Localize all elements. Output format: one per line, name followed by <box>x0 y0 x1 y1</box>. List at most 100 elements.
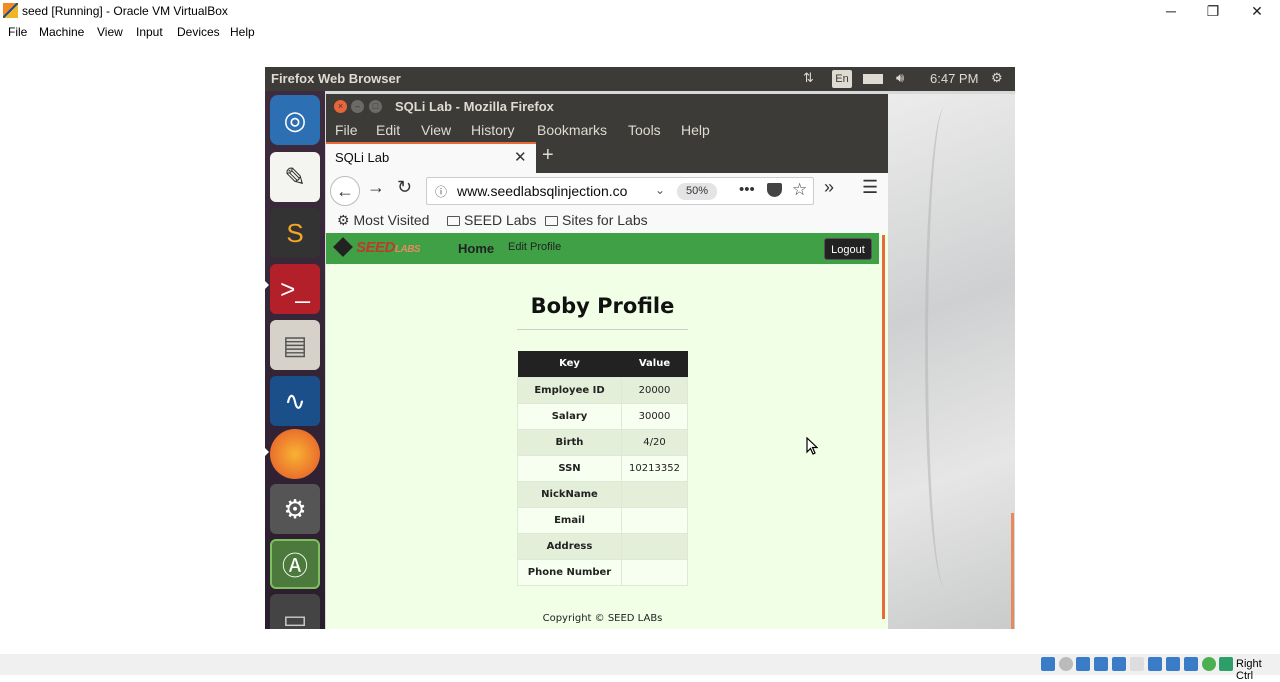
mouse-cursor-icon <box>806 436 819 460</box>
reload-icon[interactable]: ↻ <box>397 177 412 198</box>
ubuntu-launcher: ◎ ✎ S >_ ▤ ∿ ⚙ Ⓐ ▭ <box>265 91 325 629</box>
bookmark-seed-labs[interactable]: SEED Labs <box>447 212 536 228</box>
settings-icon[interactable]: ⚙ <box>270 484 320 534</box>
minimize-window-icon[interactable]: – <box>351 100 364 113</box>
url-text[interactable]: www.seedlabsqlinjection.co <box>457 183 647 199</box>
bookmark-sites-for-labs[interactable]: Sites for Labs <box>545 212 648 228</box>
volume-icon[interactable]: 🔊︎ <box>896 70 904 86</box>
logout-button[interactable]: Logout <box>824 238 872 260</box>
site-info-icon[interactable]: ⓘ <box>435 183 447 200</box>
cpu-icon[interactable] <box>1184 657 1198 671</box>
running-indicator <box>265 448 269 456</box>
nav-edit-profile-link[interactable]: Edit Profile <box>508 241 561 253</box>
menu-file[interactable]: File <box>8 25 27 39</box>
row-key: NickName <box>517 480 622 508</box>
guest-screen[interactable]: Firefox Web Browser ⇅ En 🔊︎ 6:47 PM ⚙ ◎ … <box>265 67 1015 629</box>
header-value: Value <box>621 351 688 377</box>
forward-arrow-icon[interactable]: → <box>367 177 385 198</box>
tab-strip: SQLi Lab ✕ + <box>326 142 888 173</box>
close-window-icon[interactable]: × <box>334 100 347 113</box>
folder-icon <box>447 216 460 226</box>
display-icon[interactable] <box>1148 657 1162 671</box>
software-updater-icon[interactable]: Ⓐ <box>270 539 320 589</box>
firefox-icon[interactable] <box>270 429 320 479</box>
row-value <box>621 506 688 534</box>
firefox-window-title: SQLi Lab - Mozilla Firefox <box>395 99 554 114</box>
ff-menu-tools[interactable]: Tools <box>628 122 661 138</box>
bookmark-star-icon[interactable]: ☆ <box>792 180 807 200</box>
maximize-window-icon[interactable]: □ <box>369 100 382 113</box>
sublime-text-icon[interactable]: S <box>270 208 320 258</box>
overflow-chevron-icon[interactable]: » <box>824 177 834 198</box>
shared-folders-icon[interactable] <box>1130 657 1144 671</box>
firefox-window[interactable]: × – □ SQLi Lab - Mozilla Firefox File Ed… <box>326 94 888 629</box>
clock[interactable]: 6:47 PM <box>930 71 978 86</box>
menu-input[interactable]: Input <box>136 25 163 39</box>
ubuntu-dash-icon[interactable]: ◎ <box>270 95 320 145</box>
virtualbox-titlebar: seed [Running] - Oracle VM VirtualBox ─ … <box>0 0 1280 22</box>
page-actions-dots-icon[interactable]: ••• <box>739 181 755 198</box>
ff-menu-history[interactable]: History <box>471 122 515 138</box>
title-divider <box>517 329 688 330</box>
seed-labs-logo[interactable]: SEEDLABS <box>333 237 421 257</box>
zoom-level-badge[interactable]: 50% <box>677 183 717 200</box>
site-navbar: SEEDLABS Home Edit Profile Logout <box>326 233 879 264</box>
url-bar[interactable]: ⓘ www.seedlabsqlinjection.co ⌄ 50% ••• ☆ <box>426 177 814 205</box>
url-dropdown-chevron-icon[interactable]: ⌄ <box>655 183 665 197</box>
audio-icon[interactable] <box>1076 657 1090 671</box>
scrollbar-thumb[interactable] <box>882 235 885 619</box>
files-icon[interactable]: ▤ <box>270 320 320 370</box>
hard-disk-icon[interactable] <box>1041 657 1055 671</box>
menu-help[interactable]: Help <box>230 25 255 39</box>
optical-drive-icon[interactable] <box>1059 657 1073 671</box>
ff-menu-view[interactable]: View <box>421 122 451 138</box>
tab-title: SQLi Lab <box>335 150 390 165</box>
page-scrollbar[interactable] <box>879 233 888 629</box>
virtualbox-app-icon <box>3 3 18 18</box>
terminal-icon[interactable]: >_ <box>270 264 320 314</box>
nav-home-link[interactable]: Home <box>458 241 494 256</box>
row-value: 20000 <box>621 376 688 404</box>
ff-menu-bookmarks[interactable]: Bookmarks <box>537 122 607 138</box>
row-value: 4/20 <box>621 428 688 456</box>
panel-app-title: Firefox Web Browser <box>271 71 401 86</box>
system-gear-icon[interactable]: ⚙ <box>991 70 1003 86</box>
network-icon[interactable]: ⇅ <box>803 70 814 86</box>
row-key: Employee ID <box>517 376 622 404</box>
ff-menu-edit[interactable]: Edit <box>376 122 400 138</box>
new-tab-button[interactable]: + <box>542 144 554 167</box>
ff-menu-help[interactable]: Help <box>681 122 710 138</box>
minimize-button[interactable]: ─ <box>1150 0 1192 22</box>
keyboard-capture-icon[interactable] <box>1219 657 1233 671</box>
table-row: Phone Number <box>517 558 688 586</box>
host-key-label: Right Ctrl <box>1236 658 1262 682</box>
ff-menu-file[interactable]: File <box>335 122 358 138</box>
bookmark-most-visited[interactable]: ⚙ Most Visited <box>337 212 429 229</box>
virtualbox-menubar: File Machine View Input Devices Help <box>0 22 1280 42</box>
tab-sqli-lab[interactable]: SQLi Lab ✕ <box>326 142 536 173</box>
restore-button[interactable]: ❐ <box>1192 0 1234 22</box>
close-button[interactable]: ✕ <box>1236 0 1278 22</box>
mouse-integration-icon[interactable] <box>1202 657 1216 671</box>
keyboard-layout-indicator[interactable]: En <box>832 70 852 88</box>
video-capture-icon[interactable] <box>1166 657 1180 671</box>
usb-icon[interactable] <box>1112 657 1126 671</box>
back-arrow-icon[interactable]: ← <box>330 176 360 206</box>
text-editor-icon[interactable]: ✎ <box>270 152 320 202</box>
running-indicator <box>265 281 269 289</box>
ubuntu-top-panel: Firefox Web Browser ⇅ En 🔊︎ 6:47 PM ⚙ <box>265 67 1015 91</box>
menu-devices[interactable]: Devices <box>177 25 220 39</box>
hamburger-menu-icon[interactable]: ☰ <box>862 177 878 198</box>
tab-close-icon[interactable]: ✕ <box>514 148 527 166</box>
virtualbox-status-bar: Right Ctrl <box>0 654 1280 682</box>
pocket-icon[interactable] <box>767 183 782 197</box>
trash-icon[interactable]: ▭ <box>270 594 320 629</box>
menu-view[interactable]: View <box>97 25 123 39</box>
table-row: Address <box>517 532 688 560</box>
window-title: seed [Running] - Oracle VM VirtualBox <box>22 4 228 18</box>
wireshark-icon[interactable]: ∿ <box>270 376 320 426</box>
battery-icon[interactable] <box>863 74 883 84</box>
network-adapter-icon[interactable] <box>1094 657 1108 671</box>
copyright-footer: Copyright © SEED LABs <box>542 613 663 624</box>
menu-machine[interactable]: Machine <box>39 25 84 39</box>
